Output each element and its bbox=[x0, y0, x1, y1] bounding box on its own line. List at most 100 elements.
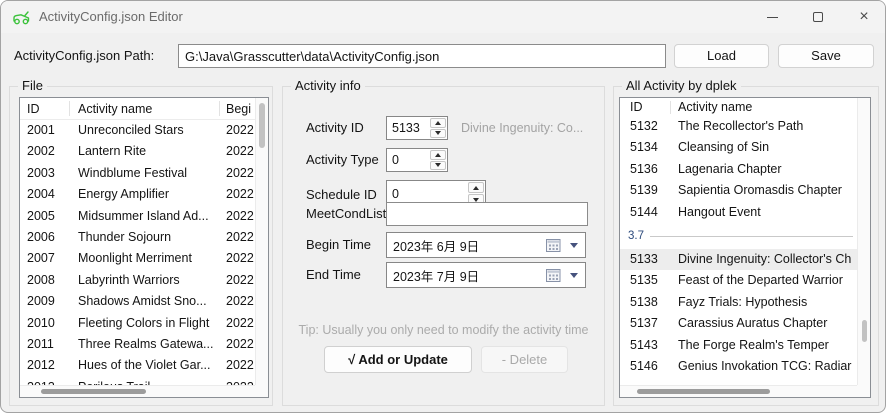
spin-down-button[interactable] bbox=[430, 129, 446, 139]
list-item[interactable]: 5139Sapientia Oromasdis Chapter bbox=[620, 180, 859, 201]
row-begin-time: 2022 bbox=[226, 184, 254, 205]
column-header-begin[interactable]: Begi bbox=[226, 98, 251, 120]
row-activity-name: Hangout Event bbox=[678, 202, 857, 223]
row-id: 2011 bbox=[27, 334, 54, 355]
end-time-label: End Time bbox=[306, 262, 361, 288]
list-item[interactable]: 5136 Lagenaria Chapter bbox=[620, 159, 859, 180]
row-activity-name: Perilous Trail bbox=[78, 377, 218, 385]
row-activity-name: The Recollector's Path bbox=[678, 116, 857, 137]
all-activity-vertical-scrollbar[interactable] bbox=[857, 98, 870, 385]
table-row[interactable]: 2013Perilous Trail2022 bbox=[20, 377, 255, 385]
path-input[interactable] bbox=[178, 44, 666, 68]
row-begin-time: 2022 bbox=[226, 313, 254, 334]
save-button[interactable]: Save bbox=[778, 44, 874, 68]
row-activity-name: Cleansing of Sin bbox=[678, 137, 857, 158]
row-id: 5136 bbox=[630, 159, 658, 180]
all-activity-horizontal-scrollbar[interactable] bbox=[620, 385, 857, 397]
row-id: 2006 bbox=[27, 227, 55, 248]
row-activity-name: Hues of the Violet Gar... bbox=[78, 355, 218, 376]
activity-id-stepper[interactable]: 5133 bbox=[386, 116, 448, 140]
table-row[interactable]: 2010Fleeting Colors in Flight2022 bbox=[20, 313, 255, 334]
row-id: 5132 bbox=[630, 116, 658, 137]
separator-line bbox=[650, 236, 853, 237]
row-activity-name: Lantern Rite bbox=[78, 141, 218, 162]
scrollbar-thumb[interactable] bbox=[41, 389, 146, 394]
row-id: 5134 bbox=[630, 137, 658, 158]
spin-up-button[interactable] bbox=[430, 150, 446, 160]
load-button[interactable]: Load bbox=[674, 44, 769, 68]
row-activity-name: Carassius Auratus Chapter bbox=[678, 313, 857, 334]
maximize-button[interactable] bbox=[795, 1, 841, 33]
list-item[interactable]: 5132 The Recollector's Path bbox=[620, 116, 859, 137]
table-row[interactable]: 2001Unreconciled Stars2022 bbox=[20, 120, 255, 141]
list-item[interactable]: 5143The Forge Realm's Temper bbox=[620, 335, 859, 356]
column-header-id[interactable]: ID bbox=[630, 98, 643, 116]
column-header-activity-name[interactable]: Activity name bbox=[678, 98, 752, 116]
table-row[interactable]: 2006Thunder Sojourn2022 bbox=[20, 227, 255, 248]
file-list-rows: 2001Unreconciled Stars20222002Lantern Ri… bbox=[20, 120, 255, 385]
file-vertical-scrollbar[interactable] bbox=[255, 98, 268, 385]
row-activity-name: Lagenaria Chapter bbox=[678, 159, 857, 180]
activity-id-label: Activity ID bbox=[306, 116, 364, 140]
all-activity-title: All Activity by dplek bbox=[622, 78, 741, 93]
spin-up-button[interactable] bbox=[468, 182, 484, 193]
column-header-activity-name[interactable]: Activity name bbox=[78, 98, 152, 120]
table-row[interactable]: 2002Lantern Rite2022 bbox=[20, 141, 255, 162]
arrow-down-icon bbox=[473, 198, 479, 202]
row-activity-name: Divine Ingenuity: Collector's Ch bbox=[678, 249, 857, 270]
all-activity-group: All Activity by dplek ID Activity name 5… bbox=[613, 86, 879, 406]
row-id: 5144 bbox=[630, 202, 658, 223]
row-id: 2010 bbox=[27, 313, 55, 334]
spin-down-button[interactable] bbox=[430, 161, 446, 171]
delete-button[interactable]: - Delete bbox=[481, 346, 568, 373]
table-row[interactable]: 2004Energy Amplifier2022 bbox=[20, 184, 255, 205]
column-header-id[interactable]: ID bbox=[27, 98, 40, 120]
scrollbar-thumb[interactable] bbox=[862, 320, 867, 342]
dropdown-arrow-icon[interactable] bbox=[570, 273, 578, 278]
activity-id-value: 5133 bbox=[392, 117, 420, 139]
table-row[interactable]: 2003Windblume Festival2022 bbox=[20, 163, 255, 184]
list-item[interactable]: 5138Fayz Trials: Hypothesis bbox=[620, 292, 859, 313]
row-id: 2013 bbox=[27, 377, 55, 385]
row-begin-time: 2022 bbox=[226, 141, 254, 162]
list-item[interactable]: 5135Feast of the Departed Warrior bbox=[620, 270, 859, 291]
title-bar: ActivityConfig.json Editor × bbox=[1, 1, 885, 33]
meetcondlist-label: MeetCondList bbox=[306, 202, 386, 226]
table-row[interactable]: 2012 Hues of the Violet Gar... 2022 bbox=[20, 355, 255, 376]
table-row[interactable]: 2007Moonlight Merriment2022 bbox=[20, 248, 255, 269]
list-item-selected[interactable]: 5133Divine Ingenuity: Collector's Ch bbox=[620, 249, 859, 270]
scrollbar-thumb[interactable] bbox=[637, 389, 770, 394]
begin-time-picker[interactable]: 2023年 6月 9日 bbox=[386, 232, 586, 258]
activity-list-rows: 5132 The Recollector's Path 5134 Cleansing … bbox=[620, 116, 859, 385]
row-id: 2005 bbox=[27, 206, 55, 227]
add-or-update-button[interactable]: √ Add or Update bbox=[324, 346, 472, 373]
row-begin-time: 2022 bbox=[226, 248, 254, 269]
dropdown-arrow-icon[interactable] bbox=[570, 243, 578, 248]
row-begin-time: 2022 bbox=[226, 334, 254, 355]
table-row[interactable]: 2005Midsummer Island Ad...2022 bbox=[20, 206, 255, 227]
row-id: 2012 bbox=[27, 355, 55, 376]
list-item[interactable]: 5146Genius Invokation TCG: Radiar bbox=[620, 356, 859, 377]
file-horizontal-scrollbar[interactable] bbox=[20, 385, 255, 397]
arrow-up-icon bbox=[435, 153, 441, 157]
list-item[interactable]: 5134 Cleansing of Sin bbox=[620, 137, 859, 158]
end-time-picker[interactable]: 2023年 7月 9日 bbox=[386, 262, 586, 288]
table-row[interactable]: 2011Three Realms Gatewa...2022 bbox=[20, 334, 255, 355]
row-begin-time: 2022 bbox=[226, 355, 254, 376]
close-button[interactable]: × bbox=[841, 1, 886, 33]
activity-type-stepper[interactable]: 0 bbox=[386, 148, 448, 172]
row-id: 2008 bbox=[27, 270, 55, 291]
meetcondlist-field[interactable] bbox=[386, 202, 588, 226]
row-activity-name: Thunder Sojourn bbox=[78, 227, 218, 248]
row-activity-name: Sapientia Oromasdis Chapter bbox=[678, 180, 857, 201]
list-item[interactable]: 5144 Hangout Event bbox=[620, 202, 859, 223]
scrollbar-thumb[interactable] bbox=[259, 103, 265, 148]
row-id: 2004 bbox=[27, 184, 55, 205]
list-item[interactable]: 5137Carassius Auratus Chapter bbox=[620, 313, 859, 334]
table-row[interactable]: 2009Shadows Amidst Sno...2022 bbox=[20, 291, 255, 312]
spin-up-button[interactable] bbox=[430, 118, 446, 128]
minimize-button[interactable] bbox=[749, 1, 795, 33]
path-label: ActivityConfig.json Path: bbox=[14, 45, 154, 67]
table-row[interactable]: 2008Labyrinth Warriors2022 bbox=[20, 270, 255, 291]
row-activity-name: Shadows Amidst Sno... bbox=[78, 291, 218, 312]
